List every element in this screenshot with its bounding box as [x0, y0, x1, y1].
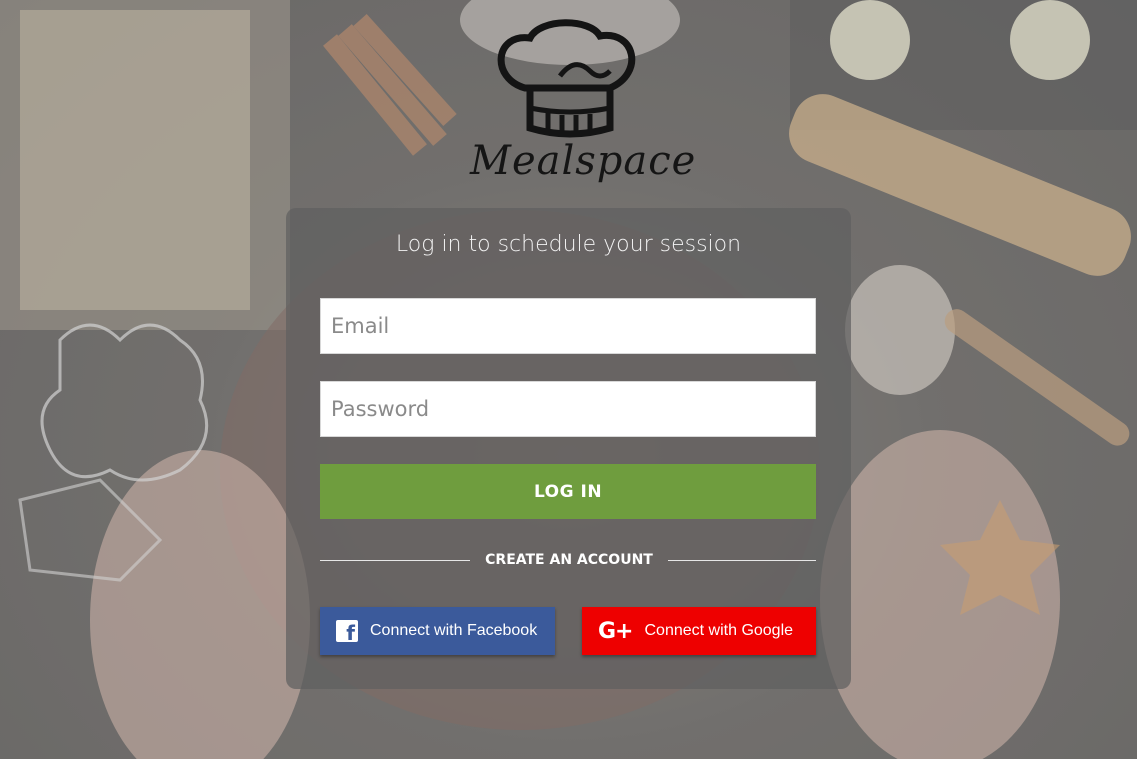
connect-google-button[interactable]: G+ Connect with Google	[582, 607, 816, 655]
login-card: Log in to schedule your session LOG IN C…	[286, 208, 851, 689]
create-account-link[interactable]: CREATE AN ACCOUNT	[472, 552, 666, 568]
google-plus-icon: G+	[598, 618, 633, 644]
login-subtitle: Log in to schedule your session	[395, 232, 742, 257]
facebook-icon: f	[336, 620, 358, 645]
password-field[interactable]	[320, 381, 816, 437]
google-button-label: Connect with Google	[644, 622, 794, 639]
divider-right	[668, 560, 816, 561]
email-field[interactable]	[320, 298, 816, 354]
facebook-button-label: Connect with Facebook	[370, 622, 538, 639]
login-button[interactable]: LOG IN	[320, 464, 816, 519]
connect-facebook-button[interactable]: f Connect with Facebook	[320, 607, 555, 655]
brand-wordmark: Mealspace	[470, 138, 697, 184]
divider-left	[320, 560, 470, 561]
